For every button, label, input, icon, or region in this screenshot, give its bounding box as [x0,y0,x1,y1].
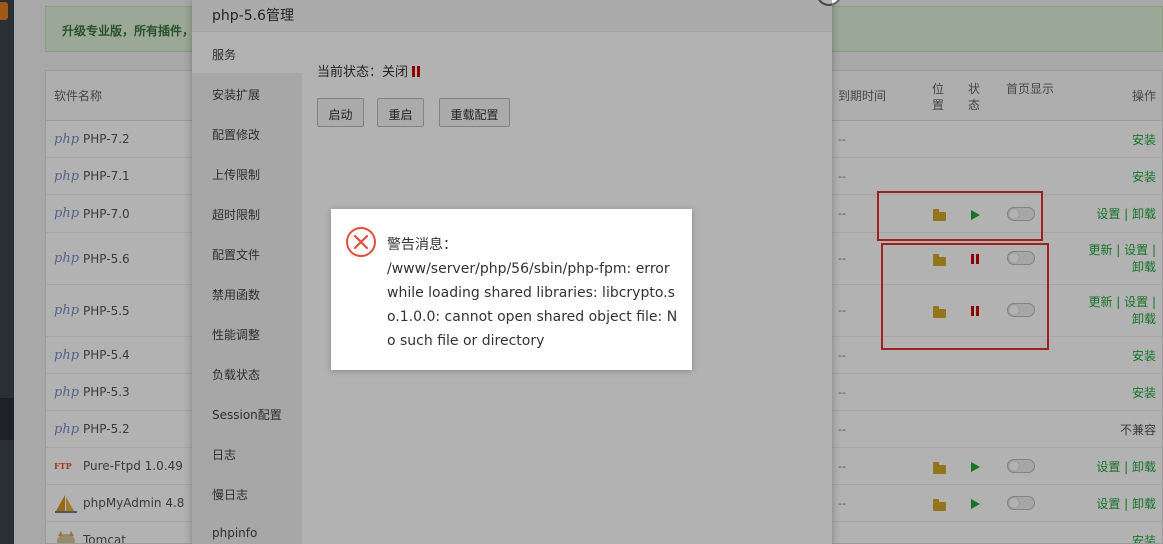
alert-title: 警告消息： [387,237,457,253]
error-alert: 警告消息： /www/server/php/56/sbin/php-fpm: e… [331,209,692,370]
error-circle-x-icon [346,227,376,257]
alert-message: /www/server/php/56/sbin/php-fpm: error w… [387,261,678,349]
alert-message-block: 警告消息： /www/server/php/56/sbin/php-fpm: e… [387,233,679,353]
